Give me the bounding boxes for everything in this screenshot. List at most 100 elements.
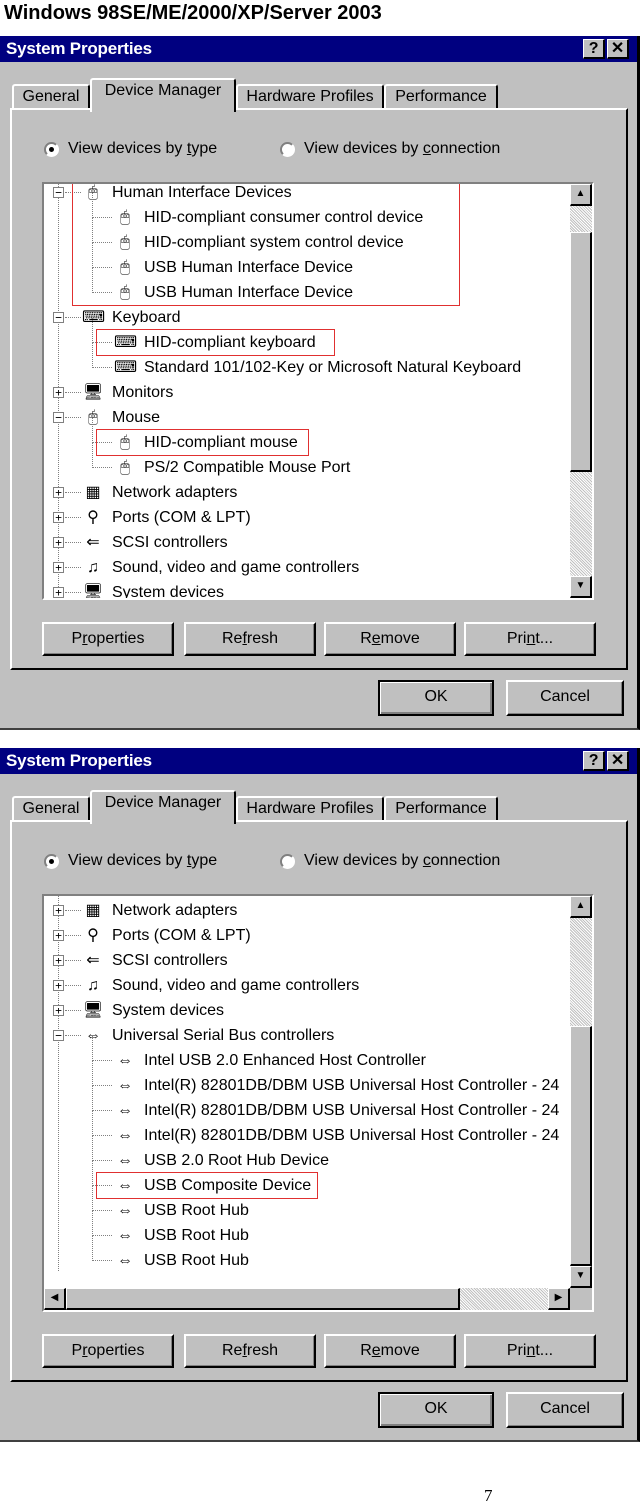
ok-button[interactable]: OK [378, 1392, 494, 1428]
close-button[interactable]: ✕ [607, 751, 629, 771]
tree-item[interactable]: ⇔ Universal Serial Bus controllers [82, 1023, 334, 1048]
view-by-connection-radio[interactable]: View devices by connection [280, 852, 500, 870]
tree-item[interactable]: ⇔ Intel(R) 82801DB/DBM USB Universal Host… [114, 1098, 559, 1123]
tree-item[interactable]: ⇐ SCSI controllers [82, 530, 227, 555]
tab-performance[interactable]: Performance [384, 796, 498, 822]
tree-item[interactable]: 🖥 System devices [82, 998, 224, 1023]
tab-performance[interactable]: Performance [384, 84, 498, 110]
collapse-icon[interactable]: − [53, 312, 64, 323]
radio-indicator[interactable] [44, 141, 59, 157]
scroll-right-button[interactable]: ▶ [548, 1288, 570, 1310]
radio-indicator[interactable] [44, 853, 59, 869]
tree-item[interactable]: ⌨ Standard 101/102-Key or Microsoft Natur… [114, 355, 521, 380]
scroll-left-button[interactable]: ◀ [44, 1288, 66, 1310]
radio-indicator[interactable] [280, 141, 295, 157]
expand-icon[interactable]: + [53, 905, 64, 916]
tab-general[interactable]: General [12, 84, 90, 110]
tree-connector [65, 542, 81, 543]
print-button[interactable]: Print... [464, 1334, 596, 1368]
collapse-icon[interactable]: − [53, 187, 64, 198]
tree-item[interactable]: ⇔ Intel(R) 82801DB/DBM USB Universal Host… [114, 1073, 559, 1098]
collapse-icon[interactable]: − [53, 1030, 64, 1041]
cancel-button[interactable]: Cancel [506, 680, 624, 716]
usb-icon: ⇔ [85, 1026, 101, 1044]
print-button[interactable]: Print... [464, 622, 596, 656]
tree-item[interactable]: ⇔ Intel USB 2.0 Enhanced Host Controller [114, 1048, 426, 1073]
expand-icon[interactable]: + [53, 387, 64, 398]
close-button[interactable]: ✕ [607, 39, 629, 59]
vertical-scrollbar[interactable]: ▲ ▼ [570, 184, 592, 598]
collapse-icon[interactable]: − [53, 412, 64, 423]
tab-hardware-profiles[interactable]: Hardware Profiles [236, 84, 384, 110]
tab-hardware-profiles[interactable]: Hardware Profiles [236, 796, 384, 822]
tab-device-manager[interactable]: Device Manager [90, 78, 236, 112]
refresh-button[interactable]: Refresh [184, 622, 316, 656]
expand-icon[interactable]: + [53, 587, 64, 598]
scroll-down-button[interactable]: ▼ [570, 576, 592, 598]
view-by-type-radio[interactable]: View devices by type [44, 140, 217, 158]
tree-item[interactable]: ⇔ USB 2.0 Root Hub Device [114, 1148, 329, 1173]
tree-item[interactable]: ⇔ USB Root Hub [114, 1198, 249, 1223]
tree-item[interactable]: ⇐ SCSI controllers [82, 948, 227, 973]
horizontal-scrollbar[interactable]: ◀ ▶ [44, 1288, 570, 1310]
remove-button[interactable]: Remove [324, 1334, 456, 1368]
scroll-up-button[interactable]: ▲ [570, 184, 592, 206]
tree-item[interactable]: ♫ Sound, video and game controllers [82, 555, 359, 580]
expand-icon[interactable]: + [53, 980, 64, 991]
view-by-connection-radio[interactable]: View devices by connection [280, 140, 500, 158]
scroll-thumb[interactable] [570, 1026, 592, 1266]
radio-indicator[interactable] [280, 853, 295, 869]
tree-item[interactable]: ⇔ USB Root Hub [114, 1248, 249, 1273]
expand-icon[interactable]: + [53, 537, 64, 548]
usb-icon: ⇔ [117, 1151, 133, 1169]
tree-item[interactable]: ⚲ Ports (COM & LPT) [82, 505, 251, 530]
expand-icon[interactable]: + [53, 955, 64, 966]
cancel-button[interactable]: Cancel [506, 1392, 624, 1428]
device-tree-listbox[interactable]: 🖱 Human Interface Devices − 🖱 HID-compliant … [42, 182, 594, 600]
expand-icon[interactable]: + [53, 487, 64, 498]
tree-item[interactable]: 🖥 Monitors [82, 380, 174, 405]
tree-item[interactable]: ▦ Network adapters [82, 898, 237, 923]
tree-item-label: Monitors [112, 384, 174, 401]
expand-icon[interactable]: + [53, 562, 64, 573]
refresh-button[interactable]: Refresh [184, 1334, 316, 1368]
tree-item[interactable]: ⇔ Intel(R) 82801DB/DBM USB Universal Host… [114, 1123, 559, 1148]
help-button[interactable]: ? [583, 39, 605, 59]
tab-device-manager[interactable]: Device Manager [90, 790, 236, 824]
tab-general[interactable]: General [12, 796, 90, 822]
properties-button[interactable]: Properties [42, 622, 174, 656]
tree-item[interactable]: 🖥 System devices [82, 580, 224, 599]
tree-item[interactable]: 🖱 HID-compliant system control device [114, 230, 403, 255]
tree-item[interactable]: 🖱 PS/2 Compatible Mouse Port [114, 455, 350, 480]
properties-button[interactable]: Properties [42, 1334, 174, 1368]
tree-item[interactable]: ⇔ USB Composite Device [114, 1173, 311, 1198]
tree-item[interactable]: 🖱 HID-compliant mouse [114, 430, 298, 455]
tree-item[interactable]: ▦ Network adapters [82, 480, 237, 505]
horizontal-scroll-thumb[interactable] [66, 1288, 460, 1310]
tree-item[interactable]: ⚲ Ports (COM & LPT) [82, 923, 251, 948]
remove-button[interactable]: Remove [324, 622, 456, 656]
tree-item[interactable]: ⌨ HID-compliant keyboard [114, 330, 316, 355]
tree-item[interactable]: 🖱 USB Human Interface Device [114, 255, 353, 280]
help-button[interactable]: ? [583, 751, 605, 771]
monitor-icon: 🖥 [82, 383, 104, 401]
tree-item[interactable]: 🖱 USB Human Interface Device [114, 280, 353, 305]
scroll-thumb[interactable] [570, 232, 592, 472]
radio-label-text: View devices by [68, 140, 187, 157]
tree-item-label: HID-compliant mouse [144, 434, 298, 451]
tree-item[interactable]: 🖱 Human Interface Devices [82, 184, 291, 205]
tree-item[interactable]: 🖱 HID-compliant consumer control device [114, 205, 423, 230]
tree-item[interactable]: ⌨ Keyboard [82, 305, 181, 330]
expand-icon[interactable]: + [53, 1005, 64, 1016]
expand-icon[interactable]: + [53, 512, 64, 523]
tree-item[interactable]: ⇔ USB Root Hub [114, 1223, 249, 1248]
expand-icon[interactable]: + [53, 930, 64, 941]
device-tree-listbox[interactable]: ▦ Network adapters + ⚲ Ports (COM & LPT) + ⇐ SC… [42, 894, 594, 1312]
ok-button[interactable]: OK [378, 680, 494, 716]
scroll-down-button[interactable]: ▼ [570, 1266, 592, 1288]
scroll-up-button[interactable]: ▲ [570, 896, 592, 918]
view-by-type-radio[interactable]: View devices by type [44, 852, 217, 870]
tree-item[interactable]: ♫ Sound, video and game controllers [82, 973, 359, 998]
tree-item[interactable]: 🖱 Mouse [82, 405, 160, 430]
vertical-scrollbar[interactable]: ▲ ▼ [570, 896, 592, 1288]
